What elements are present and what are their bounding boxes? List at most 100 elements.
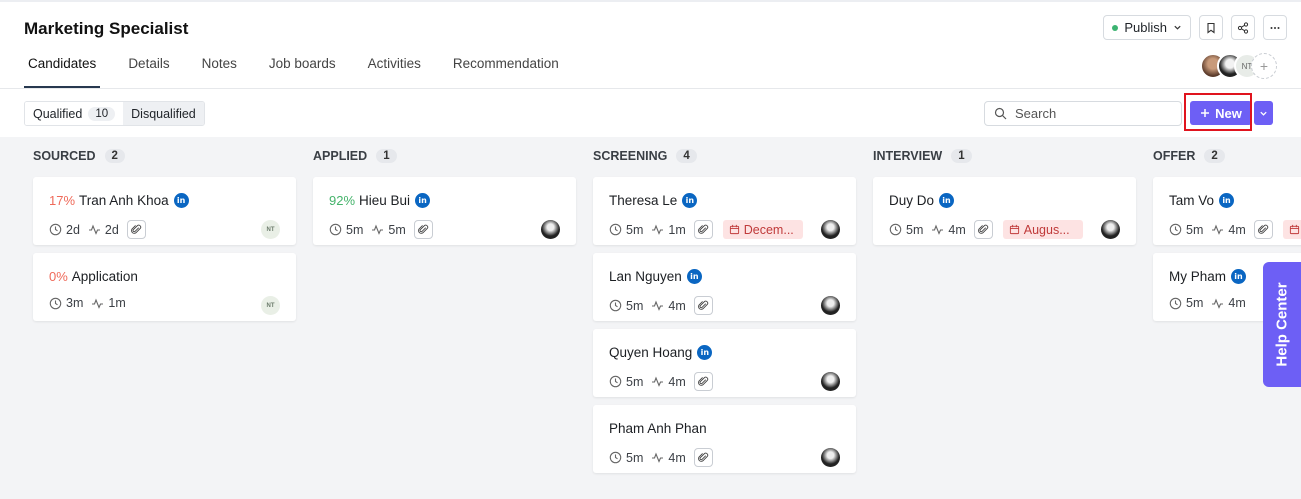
column-title: SCREENING bbox=[593, 149, 668, 163]
help-center-button[interactable]: Help Center bbox=[1263, 262, 1301, 387]
attachment-button[interactable] bbox=[693, 372, 713, 391]
date-tag[interactable] bbox=[1282, 220, 1301, 239]
candidate-card[interactable]: 92% Hieu Bui in 5m 5m bbox=[313, 177, 576, 245]
candidate-card[interactable]: Duy Do in 5m 4m Augus... bbox=[873, 177, 1136, 245]
candidate-card[interactable]: Tam Vo in 5m 4m bbox=[1153, 177, 1301, 245]
linkedin-icon[interactable]: in bbox=[682, 193, 698, 208]
owner-avatar[interactable] bbox=[821, 220, 840, 239]
linkedin-icon[interactable]: in bbox=[697, 345, 713, 360]
candidate-name[interactable]: Tran Anh Khoa bbox=[79, 193, 169, 208]
owner-avatar[interactable] bbox=[821, 296, 840, 315]
column-sourced: SOURCED 2 17% Tran Anh Khoa in 2d 2d NT 0% Applic… bbox=[33, 137, 296, 499]
calendar-icon bbox=[1289, 224, 1299, 235]
share-button[interactable] bbox=[1231, 15, 1255, 40]
linkedin-icon[interactable]: in bbox=[939, 193, 955, 208]
candidate-card[interactable]: 0% Application 3m 1m NT bbox=[33, 253, 296, 321]
owner-avatar[interactable] bbox=[821, 448, 840, 467]
tab-bar: Candidates Details Notes Job boards Acti… bbox=[24, 56, 587, 88]
candidate-card[interactable]: 17% Tran Anh Khoa in 2d 2d NT bbox=[33, 177, 296, 245]
candidate-name-row: Duy Do in bbox=[889, 193, 955, 208]
time-in-stage: 5m bbox=[1169, 223, 1203, 237]
paperclip-icon bbox=[697, 452, 708, 462]
column-count-badge: 2 bbox=[104, 149, 125, 163]
candidate-name-row: 17% Tran Anh Khoa in bbox=[49, 193, 189, 208]
time-in-stage: 3m bbox=[49, 296, 83, 310]
candidate-name[interactable]: Theresa Le bbox=[609, 193, 677, 208]
time-value: 5m bbox=[906, 222, 924, 237]
time-in-stage: 5m bbox=[609, 223, 643, 237]
candidate-name[interactable]: Quyen Hoang bbox=[609, 345, 692, 360]
clock-icon bbox=[329, 223, 342, 236]
chevron-down-icon bbox=[1174, 25, 1181, 30]
date-tag[interactable]: Decem... bbox=[722, 220, 803, 239]
linkedin-icon[interactable]: in bbox=[173, 193, 189, 208]
add-member-button[interactable]: + bbox=[1251, 53, 1277, 79]
candidate-meta: 3m 1m bbox=[49, 296, 128, 310]
candidate-name[interactable]: Lan Nguyen bbox=[609, 269, 682, 284]
owner-avatar[interactable]: NT bbox=[261, 296, 280, 315]
last-activity: 2d bbox=[88, 223, 119, 237]
activity-value: 4m bbox=[668, 298, 686, 313]
clock-icon bbox=[609, 375, 622, 388]
date-tag-label: Decem... bbox=[743, 222, 794, 237]
tab-notes[interactable]: Notes bbox=[198, 56, 241, 88]
new-options-dropdown[interactable] bbox=[1254, 101, 1273, 125]
search-input[interactable] bbox=[1015, 106, 1165, 121]
attachment-button[interactable] bbox=[693, 296, 713, 315]
date-tag[interactable]: Augus... bbox=[1002, 220, 1083, 239]
attachment-button[interactable] bbox=[973, 220, 993, 239]
activity-value: 4m bbox=[668, 374, 686, 389]
candidate-name[interactable]: My Pham bbox=[1169, 269, 1226, 284]
tab-recommendation[interactable]: Recommendation bbox=[449, 56, 563, 88]
activity-icon bbox=[652, 300, 664, 311]
owner-avatar[interactable] bbox=[1101, 220, 1120, 239]
candidate-name[interactable]: Hieu Bui bbox=[359, 193, 410, 208]
attachment-button[interactable] bbox=[693, 448, 713, 467]
candidate-card[interactable]: Theresa Le in 5m 1m Decem... bbox=[593, 177, 856, 245]
time-value: 5m bbox=[1186, 222, 1204, 237]
match-score: 0% bbox=[49, 269, 68, 284]
more-button[interactable] bbox=[1263, 15, 1287, 40]
date-tag-label: Augus... bbox=[1023, 222, 1070, 237]
candidate-name[interactable]: Application bbox=[72, 269, 138, 284]
linkedin-icon[interactable]: in bbox=[1219, 193, 1235, 208]
candidate-name-row: Pham Anh Phan bbox=[609, 421, 707, 436]
bookmark-button[interactable] bbox=[1199, 15, 1223, 40]
candidate-card[interactable]: Quyen Hoang in 5m 4m bbox=[593, 329, 856, 397]
linkedin-icon[interactable]: in bbox=[1231, 269, 1247, 284]
candidate-card[interactable]: Pham Anh Phan 5m 4m bbox=[593, 405, 856, 473]
tab-candidates[interactable]: Candidates bbox=[24, 56, 101, 88]
qualified-tab[interactable]: Qualified 10 bbox=[25, 102, 124, 125]
tab-job-boards[interactable]: Job boards bbox=[265, 56, 340, 88]
activity-value: 4m bbox=[1228, 222, 1246, 237]
disqualified-tab[interactable]: Disqualified bbox=[123, 102, 204, 125]
column-header: APPLIED 1 bbox=[313, 149, 397, 163]
last-activity: 4m bbox=[651, 374, 686, 389]
candidate-card[interactable]: Lan Nguyen in 5m 4m bbox=[593, 253, 856, 321]
status-dot bbox=[1112, 24, 1119, 31]
tab-activities[interactable]: Activities bbox=[364, 56, 425, 88]
owner-avatar[interactable] bbox=[821, 372, 840, 391]
owner-avatar[interactable] bbox=[541, 220, 560, 239]
owner-avatar[interactable]: NT bbox=[261, 220, 280, 239]
tab-details[interactable]: Details bbox=[124, 56, 173, 88]
paperclip-icon bbox=[697, 224, 708, 234]
paperclip-icon bbox=[977, 224, 988, 234]
attachment-button[interactable] bbox=[126, 220, 146, 239]
column-interview: INTERVIEW 1 Duy Do in 5m 4m Augus... bbox=[873, 137, 1136, 499]
candidate-name[interactable]: Tam Vo bbox=[1169, 193, 1214, 208]
attachment-button[interactable] bbox=[1253, 220, 1273, 239]
activity-value: 4m bbox=[668, 450, 686, 465]
attachment-button[interactable] bbox=[413, 220, 433, 239]
candidate-name[interactable]: Duy Do bbox=[889, 193, 934, 208]
candidate-meta: 5m 1m Decem... bbox=[609, 220, 803, 239]
paperclip-icon bbox=[697, 376, 708, 386]
attachment-button[interactable] bbox=[693, 220, 713, 239]
linkedin-icon[interactable]: in bbox=[415, 193, 431, 208]
clock-icon bbox=[609, 223, 622, 236]
candidate-name[interactable]: Pham Anh Phan bbox=[609, 421, 707, 436]
linkedin-icon[interactable]: in bbox=[686, 269, 702, 284]
paperclip-icon bbox=[130, 224, 141, 234]
clock-icon bbox=[609, 451, 622, 464]
publish-button[interactable]: Publish bbox=[1103, 15, 1191, 40]
